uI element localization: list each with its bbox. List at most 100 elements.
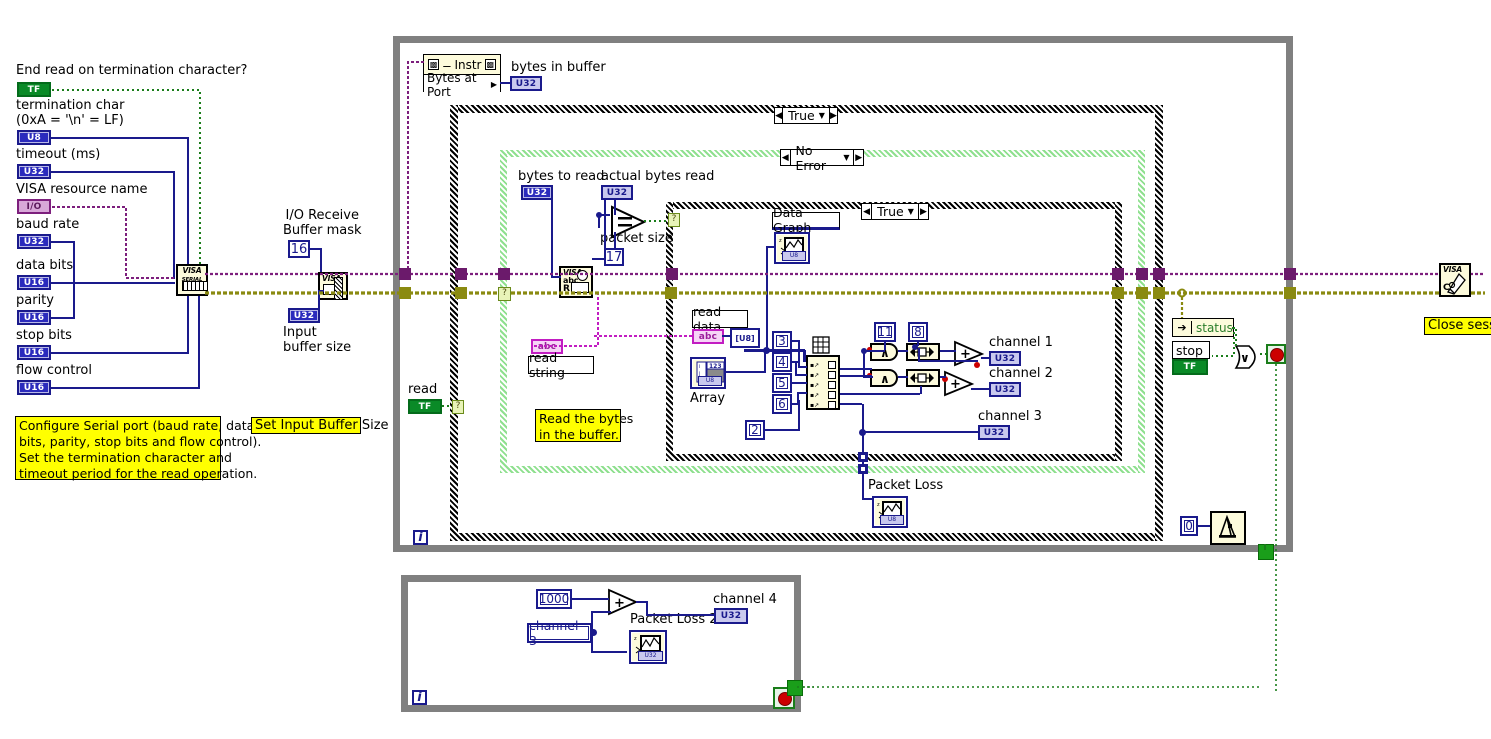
- bottom-constant-1000[interactable]: 1000: [536, 589, 572, 609]
- array-node[interactable]: i j k 123 U8: [690, 357, 726, 389]
- and-node-2[interactable]: ∧: [870, 369, 898, 387]
- control-label-7: stop bits: [16, 328, 72, 343]
- index-constant-4[interactable]: 4: [772, 352, 792, 372]
- no-error-next-arrow-icon[interactable]: ▶: [853, 150, 863, 165]
- add-node-2[interactable]: +: [942, 370, 976, 398]
- tunnel-visa-case-left: [455, 268, 467, 280]
- inner-case-right-border: [1115, 202, 1122, 461]
- stop-label: stop: [1172, 341, 1210, 359]
- svg-text:i: i: [699, 364, 700, 370]
- wire-stop-bits: [51, 352, 189, 354]
- case-next-arrow-icon[interactable]: ▶: [828, 108, 837, 123]
- index-constant-2[interactable]: 2: [745, 420, 765, 440]
- wire-bytes-to-read-down: [551, 200, 553, 278]
- index-constant-3[interactable]: 3: [772, 331, 792, 351]
- wire-actual-down: [614, 200, 616, 215]
- no-error-case-bottom-border: [500, 466, 1145, 473]
- data-graph-indicator[interactable]: z U8: [774, 232, 810, 264]
- no-error-case-selector[interactable]: ◀ No Error ▼ ▶: [780, 143, 864, 173]
- svg-text:z: z: [877, 502, 880, 508]
- visa-close-node[interactable]: VISA C: [1439, 263, 1471, 297]
- coercion-dot-3: [974, 362, 980, 368]
- comment-configure-serial: Configure Serial port (baud rate, data b…: [15, 416, 261, 481]
- wire-read-data: [594, 335, 692, 337]
- case-dropdown-icon[interactable]: ▼: [819, 111, 829, 120]
- comment-set-input-buffer: Set Input Buffer Size: [251, 417, 389, 434]
- read-control-terminal[interactable]: TF: [408, 399, 442, 414]
- data-graph-terminal: U8: [782, 251, 806, 261]
- bottom-channel3-local[interactable]: channel 3: [527, 618, 592, 648]
- no-error-prev-arrow-icon[interactable]: ◀: [781, 150, 791, 165]
- read-data-terminal[interactable]: abc: [692, 329, 724, 344]
- inner-case-label: True: [877, 204, 904, 219]
- control-terminal-parity[interactable]: U16: [17, 310, 51, 325]
- index-constant-6[interactable]: 6: [772, 394, 792, 414]
- tunnel-visa-loop-left: [399, 268, 411, 280]
- tunnel-visa-noerror-left: [498, 268, 510, 280]
- shift-constant-8[interactable]: 8: [908, 322, 928, 342]
- inner-next-arrow-icon[interactable]: ▶: [917, 204, 928, 219]
- control-terminal-stop-bits[interactable]: U16: [17, 345, 51, 360]
- case-prev-arrow-icon[interactable]: ◀: [775, 108, 784, 123]
- inner-dropdown-icon[interactable]: ▼: [908, 207, 918, 216]
- actual-bytes-read-terminal[interactable]: U32: [601, 185, 633, 200]
- wire-actual-bytes-from-read: [604, 200, 606, 260]
- tunnel-visa-noerror-right: [1136, 268, 1148, 280]
- bytes-in-buffer-terminal[interactable]: U32: [510, 76, 542, 91]
- tunnel-error-noerror-right: [1136, 287, 1148, 299]
- wire-ia-out4: [840, 403, 862, 405]
- visa-configure-serial-port-node[interactable]: VISA SERIAL: [176, 264, 208, 296]
- wire-shift2-out: [940, 376, 946, 378]
- bytes-to-read-terminal[interactable]: U32: [521, 185, 553, 200]
- wire-bytes-at-port-out: [500, 82, 512, 84]
- property-node-bytes-at-port[interactable]: ▩ ⚊ Instr ▩ Bytes at Port ▶: [423, 54, 501, 99]
- shift-constant-11[interactable]: 11: [874, 322, 896, 342]
- wire-shift2-v: [920, 386, 922, 394]
- no-error-dropdown-icon[interactable]: ▼: [843, 153, 853, 162]
- index-constant-5[interactable]: 5: [772, 373, 792, 393]
- channel-3-terminal[interactable]: U32: [978, 425, 1010, 440]
- bytes-in-buffer-label: bytes in buffer: [511, 60, 606, 75]
- wire-and2-out: [898, 376, 908, 378]
- inner-case-selector[interactable]: ◀ True ▼ ▶: [861, 203, 929, 220]
- buffer-mask-constant[interactable]: 16: [288, 240, 310, 258]
- wait-ms-node[interactable]: [1210, 511, 1246, 545]
- wire-visa-to-property-node: [407, 61, 424, 274]
- channel-2-terminal[interactable]: U32: [989, 382, 1021, 397]
- read-data-label: read data: [692, 304, 748, 334]
- logical-shift-node-2[interactable]: [906, 369, 940, 387]
- channel-1-terminal[interactable]: U32: [989, 351, 1021, 366]
- wire-array-in-v: [803, 350, 806, 362]
- no-error-case-right-border: [1138, 150, 1145, 473]
- channel-4-terminal[interactable]: U32: [714, 608, 748, 624]
- svg-text:123: 123: [709, 363, 722, 370]
- bytes-to-read-label: bytes to read: [518, 169, 605, 184]
- wire-add-out-v: [646, 601, 648, 615]
- stop-terminal[interactable]: TF: [1172, 359, 1208, 375]
- outer-case-label: True: [788, 108, 815, 123]
- wire-eq-in: [598, 214, 600, 228]
- outer-case-selector[interactable]: ◀ True ▼ ▶: [774, 107, 838, 124]
- string-to-byte-array-node[interactable]: [U8]: [730, 328, 760, 348]
- tunnel-visa-case-right: [1153, 268, 1165, 280]
- tunnel-error-noerror-selector: ?: [498, 287, 511, 301]
- data-graph-label: Data Graph: [772, 205, 840, 235]
- property-node-row-bytes-at-port[interactable]: Bytes at Port ▶: [424, 71, 500, 99]
- wire-ch1: [981, 357, 991, 359]
- control-terminal-flow-control[interactable]: U16: [17, 380, 51, 395]
- wire-to-packet-loss: [862, 472, 864, 500]
- wait-constant[interactable]: 0: [1180, 516, 1198, 536]
- inner-prev-arrow-icon[interactable]: ◀: [862, 204, 873, 219]
- add-node-1[interactable]: +: [952, 340, 986, 368]
- packet-size-constant[interactable]: 17: [604, 248, 624, 266]
- bottom-loop-iteration-terminal: i: [412, 690, 427, 705]
- packet-loss-2-indicator[interactable]: z U32: [629, 630, 667, 664]
- index-array-node[interactable]: ▪↗ ▪↗ ▪↗ ▪↗ ▪↗: [806, 336, 840, 410]
- wire-flow-control-v: [198, 290, 200, 388]
- property-name: Bytes at Port: [427, 70, 477, 99]
- input-buffer-size-terminal[interactable]: U32: [288, 308, 320, 323]
- tunnel-error-inner-left: [665, 287, 677, 299]
- wire-packetsize-up: [614, 232, 616, 248]
- packet-loss-indicator[interactable]: z U8: [872, 496, 908, 528]
- wire-shift1-out: [940, 350, 956, 352]
